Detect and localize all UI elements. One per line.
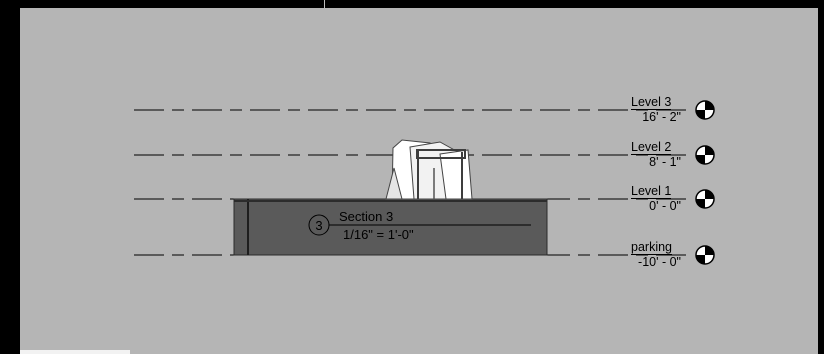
section-callout-scale: 1/16" = 1'-0" <box>343 227 414 242</box>
level-elevation-level-3[interactable]: 16' - 2" <box>631 111 681 124</box>
level-name-level-1[interactable]: Level 1 <box>631 185 672 199</box>
view-window: 3 Section 3 1/16" = 1'-0" Level 3 16' - … <box>0 0 824 354</box>
view-control-bar[interactable] <box>20 350 130 354</box>
level-elevation-parking[interactable]: -10' - 0" <box>631 256 681 269</box>
pavilion-structure[interactable] <box>385 139 473 200</box>
level-head-level-3[interactable] <box>695 100 715 120</box>
level-elevation-level-2[interactable]: 8' - 1" <box>631 156 681 169</box>
elevation-drawing[interactable]: 3 Section 3 1/16" = 1'-0" <box>0 0 824 354</box>
section-callout-title: Section 3 <box>339 209 393 224</box>
level-head-level-1[interactable] <box>695 189 715 209</box>
level-head-level-2[interactable] <box>695 145 715 165</box>
level-name-level-3[interactable]: Level 3 <box>631 96 672 110</box>
level-elevation-level-1[interactable]: 0' - 0" <box>631 200 681 213</box>
level-head-parking[interactable] <box>695 245 715 265</box>
level-name-level-2[interactable]: Level 2 <box>631 141 672 155</box>
level-head-symbols <box>695 100 715 265</box>
section-callout-number: 3 <box>315 218 322 233</box>
level-name-parking[interactable]: parking <box>631 241 672 255</box>
